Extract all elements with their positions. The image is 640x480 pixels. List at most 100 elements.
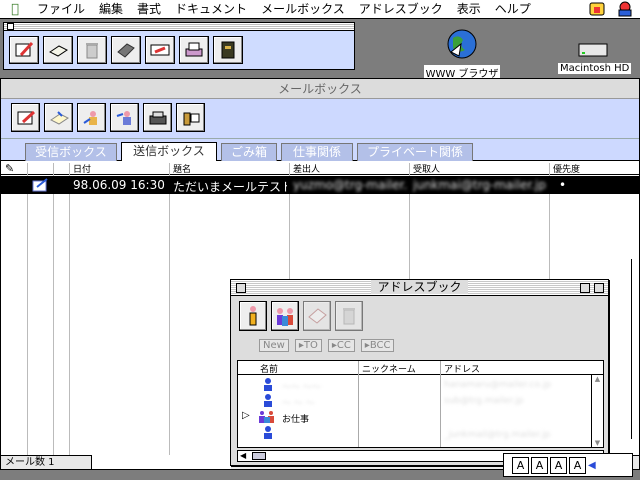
addressbook-titlebar[interactable]: アドレスブック <box>231 280 608 296</box>
message-priority: • <box>559 178 567 192</box>
reply-button[interactable] <box>44 103 73 132</box>
compose-to-button[interactable] <box>303 301 331 331</box>
list-item[interactable]: _junkmail@trg.mailer.jp <box>238 425 593 441</box>
contact-name: 〜 〜 〜 <box>282 399 315 409</box>
palette-tag-button[interactable] <box>111 36 141 64</box>
globe-icon <box>447 29 477 59</box>
column-date[interactable]: 日付 <box>73 162 91 175</box>
tab-work[interactable]: 仕事関係 <box>281 143 353 161</box>
table-row[interactable]: 98.06.09 16:30 ただいまメールテスト yuzmo@trg-mail… <box>1 176 639 194</box>
control-strip-item[interactable]: A <box>550 456 567 474</box>
delete-button[interactable] <box>335 301 363 331</box>
control-strip-item[interactable]: A <box>512 456 529 474</box>
column-address[interactable]: アドレス <box>444 362 480 375</box>
to-button[interactable]: ▸TO <box>294 338 322 352</box>
scroll-left-arrow-icon[interactable]: ◀ <box>240 451 246 460</box>
address-buttons: New ▸TO ▸CC ▸BCC <box>231 336 608 354</box>
help-balloon-icon[interactable] <box>588 1 606 17</box>
menu-item-document[interactable]: ドキュメント <box>168 0 254 19</box>
tab-private[interactable]: プライベート関係 <box>357 143 473 161</box>
addressbook-toolbar <box>231 296 608 336</box>
compose-icon <box>17 110 35 124</box>
palette-titlebar[interactable] <box>4 23 354 31</box>
menu-item-file[interactable]: ファイル <box>30 0 92 19</box>
message-date: 98.06.09 16:30 <box>73 178 165 192</box>
list-item[interactable]: ▷ お仕事 <box>238 409 593 425</box>
new-group-button[interactable] <box>271 301 299 331</box>
document-icon <box>49 45 68 57</box>
list-item[interactable]: 〜〜 〜〜 hanamaru@mailer.co.jp <box>238 377 593 393</box>
menu-item-help[interactable]: ヘルプ <box>488 0 538 19</box>
person-icon <box>249 306 257 326</box>
desktop-icon-browser[interactable]: WWW ブラウザ <box>422 28 502 80</box>
palette-send-button[interactable] <box>145 36 175 64</box>
scroll-down-arrow-icon[interactable]: ▼ <box>592 439 603 447</box>
menu-item-view[interactable]: 表示 <box>450 0 488 19</box>
cc-button[interactable]: ▸CC <box>327 338 355 352</box>
control-strip-item[interactable]: A <box>569 456 586 474</box>
scroll-up-arrow-icon[interactable]: ▲ <box>592 375 603 383</box>
window-title[interactable]: メールボックス <box>1 79 639 99</box>
desktop-icon-hard-disk[interactable]: Macintosh HD <box>558 40 632 74</box>
tab-outbox[interactable]: 送信ボックス <box>121 142 217 162</box>
apple-menu-icon[interactable]:  <box>0 2 30 17</box>
forward-button[interactable] <box>110 103 139 132</box>
contact-name: 〜〜 〜〜 <box>282 383 321 393</box>
column-to[interactable]: 受取人 <box>413 162 440 175</box>
group-icon <box>258 410 276 426</box>
menu-item-mailbox[interactable]: メールボックス <box>254 0 352 19</box>
desktop-icon-label: Macintosh HD <box>558 63 632 74</box>
menu-item-format[interactable]: 書式 <box>130 0 168 19</box>
zoom-box[interactable] <box>580 283 590 293</box>
send-icon <box>150 44 170 56</box>
application-menu-icon[interactable] <box>616 1 634 17</box>
column-subject[interactable]: 題名 <box>173 162 191 175</box>
message-from: yuzmo@trg-mailer.jp <box>293 178 407 192</box>
new-button[interactable]: New <box>259 338 289 352</box>
close-box[interactable] <box>236 283 246 293</box>
palette-print-button[interactable] <box>179 36 209 64</box>
new-person-button[interactable] <box>239 301 267 331</box>
forward-icon <box>116 110 131 125</box>
control-strip-item[interactable]: A <box>531 456 548 474</box>
tag-column-icon[interactable]: ✎ <box>5 162 14 175</box>
address-list-header: 名前 ニックネーム アドレス <box>238 361 603 375</box>
column-from[interactable]: 差出人 <box>293 162 320 175</box>
list-item[interactable]: 〜 〜 〜 sub@trg.mailer.jp <box>238 393 593 409</box>
bcc-button[interactable]: ▸BCC <box>360 338 395 352</box>
palette-document-button[interactable] <box>43 36 73 64</box>
palette-trash-button[interactable] <box>77 36 107 64</box>
attach-button[interactable] <box>176 103 205 132</box>
tab-inbox[interactable]: 受信ボックス <box>25 143 117 161</box>
reply-all-button[interactable] <box>77 103 106 132</box>
close-box[interactable] <box>7 23 14 30</box>
contact-address: sub@trg.mailer.jp <box>444 396 524 406</box>
print-button[interactable] <box>143 103 172 132</box>
scroll-thumb[interactable] <box>252 452 266 460</box>
notebook-icon <box>221 41 235 59</box>
disclosure-triangle-icon[interactable]: ▷ <box>242 410 250 421</box>
trash-icon <box>86 43 98 59</box>
address-list: 名前 ニックネーム アドレス 〜〜 〜〜 hanamaru@mailer.co.… <box>237 360 604 448</box>
contact-address: hanamaru@mailer.co.jp <box>444 380 552 390</box>
collapse-arrow-icon[interactable]: ◀ <box>588 460 596 471</box>
column-nickname[interactable]: ニックネーム <box>362 362 416 375</box>
window-title: アドレスブック <box>371 280 468 294</box>
palette-compose-button[interactable] <box>9 36 39 64</box>
column-name[interactable]: 名前 <box>260 362 278 375</box>
horizontal-scrollbar[interactable] <box>91 455 231 469</box>
tab-trash[interactable]: ごみ箱 <box>221 143 277 161</box>
compose-button[interactable] <box>11 103 40 132</box>
vertical-scrollbar[interactable]: ▲ ▼ <box>591 375 603 447</box>
menu-item-edit[interactable]: 編集 <box>92 0 130 19</box>
menu-item-addressbook[interactable]: アドレスブック <box>352 0 450 19</box>
person-icon <box>262 394 274 410</box>
column-priority[interactable]: 優先度 <box>553 162 580 175</box>
reply-icon <box>49 110 69 125</box>
hard-disk-icon <box>578 43 608 57</box>
trash-icon <box>343 308 355 325</box>
palette-notebook-button[interactable] <box>213 36 243 64</box>
message-list-header: ✎ 日付 題名 差出人 受取人 優先度 <box>1 161 639 175</box>
vertical-scrollbar[interactable] <box>631 259 639 439</box>
collapse-box[interactable] <box>594 283 604 293</box>
